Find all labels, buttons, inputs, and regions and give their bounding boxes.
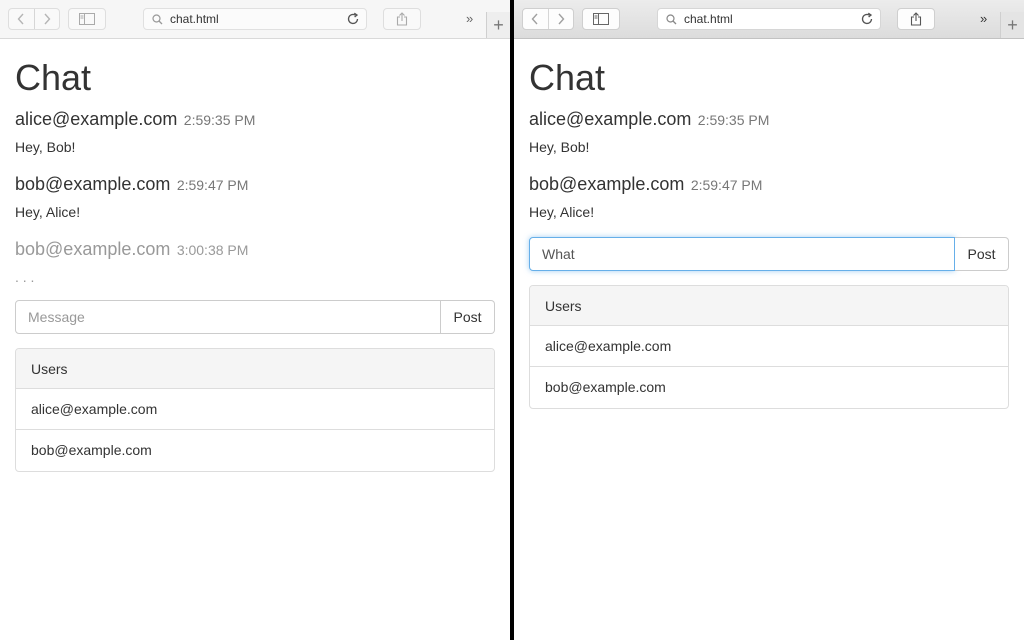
chat-message: alice@example.com 2:59:35 PM Hey, Bob! (15, 108, 495, 156)
message-text: Hey, Bob! (529, 139, 590, 155)
browser-toolbar: chat.html » + (0, 0, 510, 39)
sidebar-toggle-button[interactable] (582, 8, 620, 30)
browser-window-right: chat.html » + Chat alice@example.com 2:5… (514, 0, 1024, 640)
message-time: 2:59:47 PM (176, 177, 249, 193)
address-url: chat.html (170, 12, 219, 26)
search-icon (666, 14, 677, 25)
forward-button[interactable] (33, 9, 60, 29)
chat-page: Chat alice@example.com 2:59:35 PM Hey, B… (15, 38, 495, 472)
message-author: alice@example.com (529, 109, 692, 129)
browser-window-left: chat.html » + Chat alice@example.com 2:5… (0, 0, 510, 640)
message-author: bob@example.com (15, 239, 171, 259)
message-author: alice@example.com (15, 109, 178, 129)
message-time: 2:59:35 PM (183, 112, 256, 128)
new-tab-button[interactable]: + (486, 12, 510, 38)
new-tab-button[interactable]: + (1000, 12, 1024, 38)
address-url: chat.html (684, 12, 733, 26)
chat-message: bob@example.com 2:59:47 PM Hey, Alice! (15, 173, 495, 221)
forward-button[interactable] (547, 9, 574, 29)
message-form: Post (15, 300, 495, 334)
search-icon (152, 14, 163, 25)
message-time: 3:00:38 PM (176, 242, 249, 258)
chat-message: alice@example.com 2:59:35 PM Hey, Bob! (529, 108, 1009, 156)
chevron-left-icon (17, 13, 24, 25)
overflow-chevron[interactable]: » (980, 11, 987, 26)
chevron-left-icon (531, 13, 538, 25)
share-icon (910, 12, 922, 26)
address-bar[interactable]: chat.html (143, 8, 367, 30)
message-author: bob@example.com (529, 174, 685, 194)
share-button[interactable] (897, 8, 935, 30)
message-text: Hey, Alice! (529, 204, 595, 220)
chevron-right-icon (44, 13, 51, 25)
user-list-item: bob@example.com (31, 442, 152, 458)
sidebar-toggle-button[interactable] (68, 8, 106, 30)
chevron-right-icon (558, 13, 565, 25)
message-time: 2:59:35 PM (697, 112, 770, 128)
users-panel-heading: Users (16, 349, 494, 389)
user-list-item: bob@example.com (545, 379, 666, 395)
post-button[interactable]: Post (955, 237, 1009, 271)
message-time: 2:59:47 PM (690, 177, 763, 193)
pending-message: bob@example.com 3:00:38 PM . . . (15, 238, 495, 286)
nav-buttons (522, 8, 574, 30)
users-panel-heading: Users (530, 286, 1008, 326)
address-bar[interactable]: chat.html (657, 8, 881, 30)
sidebar-icon (79, 13, 95, 25)
message-text: Hey, Bob! (15, 139, 76, 155)
reload-icon[interactable] (346, 12, 360, 26)
back-button[interactable] (9, 9, 34, 29)
users-panel: Users alice@example.com bob@example.com (15, 348, 495, 472)
typing-indicator: . . . (15, 269, 35, 285)
users-panel: Users alice@example.com bob@example.com (529, 285, 1009, 409)
reload-icon[interactable] (860, 12, 874, 26)
chat-page: Chat alice@example.com 2:59:35 PM Hey, B… (529, 38, 1009, 409)
share-button[interactable] (383, 8, 421, 30)
page-title: Chat (529, 57, 606, 98)
browser-toolbar: chat.html » + (514, 0, 1024, 39)
page-title: Chat (15, 57, 92, 98)
overflow-chevron[interactable]: » (466, 11, 473, 26)
user-list-item: alice@example.com (530, 326, 1008, 367)
nav-buttons (8, 8, 60, 30)
chat-message: bob@example.com 2:59:47 PM Hey, Alice! (529, 173, 1009, 221)
message-input[interactable] (15, 300, 441, 334)
back-button[interactable] (523, 9, 548, 29)
message-text: Hey, Alice! (15, 204, 81, 220)
message-input[interactable] (529, 237, 955, 271)
post-button[interactable]: Post (441, 300, 495, 334)
message-form: Post (529, 237, 1009, 271)
share-icon (396, 12, 408, 26)
user-list-item: alice@example.com (16, 389, 494, 430)
message-author: bob@example.com (15, 174, 171, 194)
sidebar-icon (593, 13, 609, 25)
